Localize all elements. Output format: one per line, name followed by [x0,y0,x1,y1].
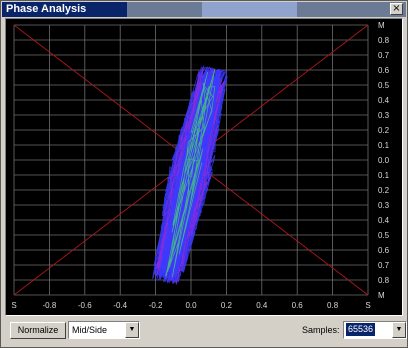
right-axis-tick-label: 0.3 [378,111,390,120]
mode-select[interactable]: Mid/Side ▼ [68,321,140,339]
samples-label: Samples: [302,325,340,335]
bottom-axis-tick-label: -0.8 [43,301,57,310]
right-axis-tick-label: 0.3 [378,201,390,210]
right-axis-tick-label: 0.2 [378,186,390,195]
right-axis-tick-label: 0.6 [378,66,390,75]
triangle-down-icon[interactable]: ▼ [392,322,406,338]
samples-select-value: 65536 [346,323,376,336]
phase-scope-display: M 0.8 0.7 0.6 0.5 0.4 0.3 0.2 0.1 0.0 0.1 0.2 0.3 0.4… [5,18,403,316]
title-bar[interactable]: Phase Analysis × [2,2,406,17]
control-bar: Normalize Mid/Side ▼ Samples: 65536 ▼ [1,317,407,347]
right-axis-tick-label: 0.5 [378,231,390,240]
bottom-axis-tick-label: 0.6 [292,301,304,310]
right-axis-tick-label: 0.4 [378,216,390,225]
triangle-down-icon[interactable]: ▼ [125,322,139,338]
window-title: Phase Analysis [6,3,87,15]
right-axis-tick-label: 0.4 [378,96,390,105]
bottom-axis-labels: S -0.8 -0.6 -0.4 -0.2 0.0 0.2 0.4 0.6 0.8 S [11,301,370,310]
bottom-axis-tick-label: -0.6 [78,301,92,310]
right-axis-tick-label: 0.2 [378,126,390,135]
phase-scope-plot: M 0.8 0.7 0.6 0.5 0.4 0.3 0.2 0.1 0.0 0.1 0.2 0.3 0.4… [11,21,390,310]
normalize-button[interactable]: Normalize [10,322,66,339]
bottom-axis-tick-label: S [11,301,16,310]
right-axis-tick-label: 0.8 [378,276,390,285]
bottom-axis-tick-label: 0.0 [185,301,197,310]
bottom-axis-tick-label: -0.4 [113,301,127,310]
bottom-axis-tick-label: 0.4 [256,301,268,310]
right-axis-tick-label: 0.8 [378,36,390,45]
right-axis-tick-label: M [378,21,385,30]
phase-analysis-window: Phase Analysis × M 0.8 0.7 0.6 0.5 0.4 0.3 0.2 0… [0,0,408,348]
bottom-axis-tick-label: S [365,301,370,310]
right-axis-tick-label: 0.7 [378,261,390,270]
right-axis-tick-label: 0.5 [378,81,390,90]
right-axis-tick-label: 0.7 [378,51,390,60]
right-axis-tick-label: 0.1 [378,171,390,180]
bottom-axis-tick-label: 0.2 [221,301,233,310]
right-axis-tick-label: 0.0 [378,156,390,165]
samples-select[interactable]: 65536 ▼ [343,321,407,339]
right-axis-tick-label: 0.1 [378,141,390,150]
mode-select-value: Mid/Side [72,325,108,335]
bottom-axis-tick-label: 0.8 [327,301,339,310]
right-axis-labels: M 0.8 0.7 0.6 0.5 0.4 0.3 0.2 0.1 0.0 0.1 0.2 0.3 0.4… [378,21,390,300]
close-icon[interactable]: × [390,3,403,15]
right-axis-tick-label: M [378,291,385,300]
right-axis-tick-label: 0.6 [378,246,390,255]
bottom-axis-tick-label: -0.2 [149,301,163,310]
